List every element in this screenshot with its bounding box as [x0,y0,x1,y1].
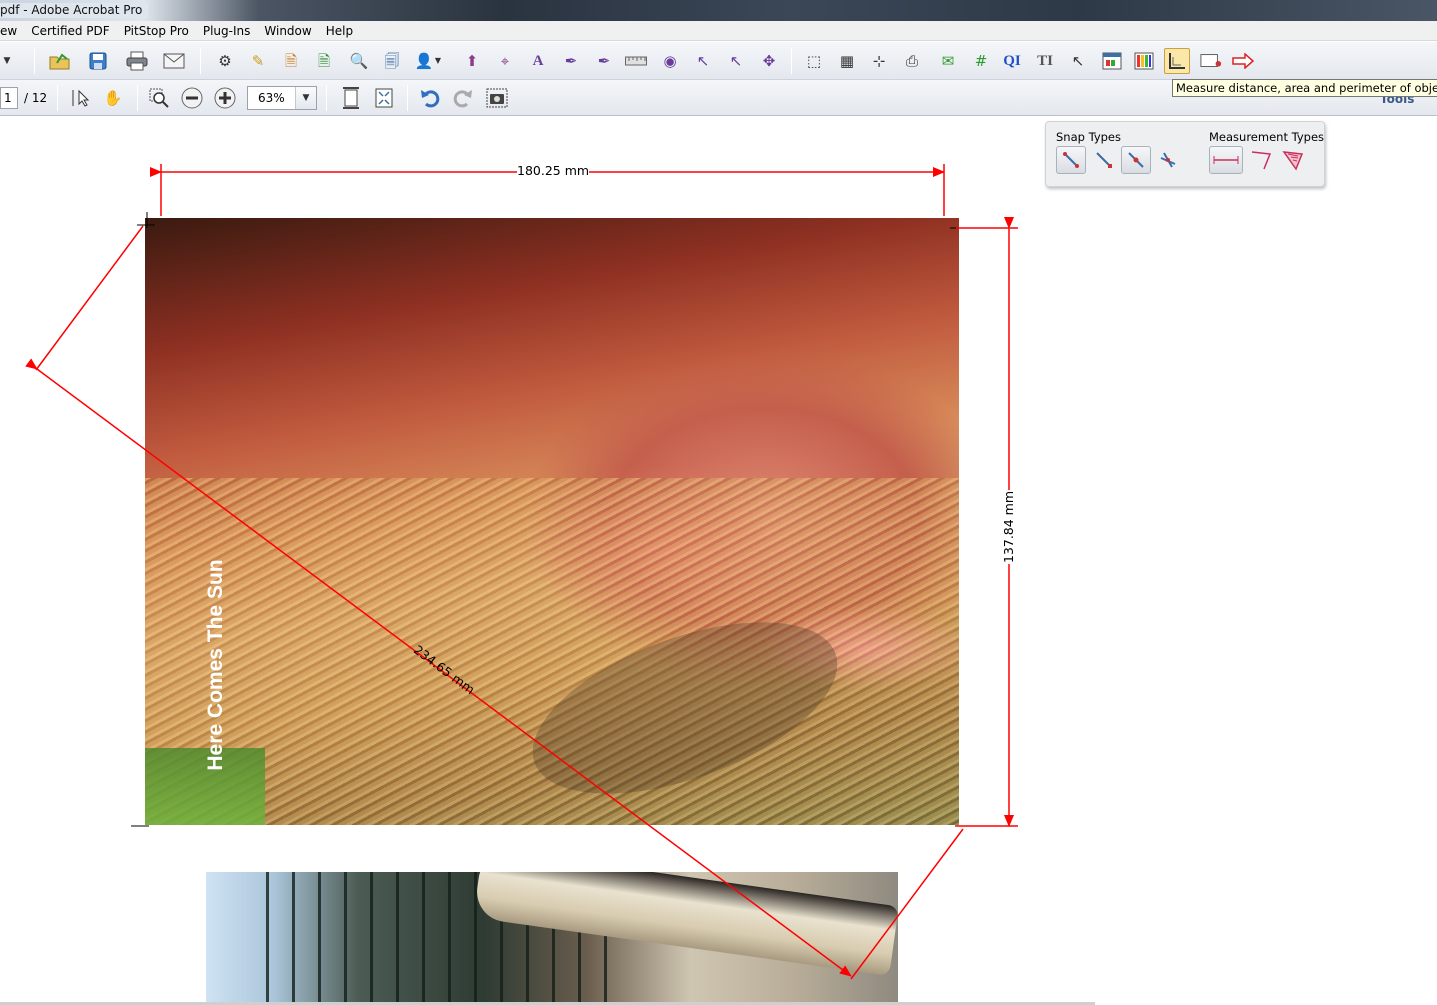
edit-note-icon[interactable]: ✎ [247,50,269,72]
height-measure-label: 137.84 mm [1001,489,1016,565]
menu-certified-pdf[interactable]: Certified PDF [24,21,117,41]
print-icon[interactable] [126,50,148,72]
width-measure-label: 180.25 mm [517,163,590,178]
snap-to-midpoints-icon[interactable] [1121,146,1151,174]
acrobat-window: pdf - Adobe Acrobat Pro ew Certified PDF… [0,0,1437,1005]
toolbar-separator [407,85,408,111]
grid-icon[interactable]: # [970,50,992,72]
hand-tool-icon[interactable]: ✋ [102,87,124,109]
select-text-icon[interactable]: ↖ [725,50,747,72]
toolbar-separator [57,85,58,111]
chevron-down-icon[interactable]: ▼ [432,50,444,72]
toolbar-separator [791,48,792,74]
menu-pitstop-pro[interactable]: PitStop Pro [117,21,196,41]
pen-star-icon[interactable]: ✒ [593,50,615,72]
zoom-in-icon[interactable] [214,87,236,109]
area-tool-icon[interactable] [1278,146,1308,174]
email-icon[interactable] [163,50,185,72]
snap-types-label: Snap Types [1056,130,1121,144]
rotate-right-icon[interactable] [452,87,474,109]
toolbar-separator [326,85,327,111]
arrow-right-icon[interactable] [1232,50,1254,72]
pointer-icon[interactable]: ↖ [692,50,714,72]
document-action-icon[interactable]: 🗎 [280,50,302,72]
window-title: pdf - Adobe Acrobat Pro [0,3,149,18]
object-select-icon[interactable]: ⌖ [494,50,516,72]
page-photo-portrait [145,218,959,825]
document-compare-icon[interactable]: 🗐 [381,50,403,72]
zoom-out-icon[interactable] [181,87,203,109]
marquee-zoom-icon[interactable] [148,87,170,109]
fit-page-icon[interactable] [340,87,362,109]
menu-bar: ew Certified PDF PitStop Pro Plug-Ins Wi… [0,21,1437,41]
color-window-icon[interactable] [1101,50,1123,72]
page-total: / 12 [24,91,48,105]
measure-tooltip: Measure distance, area and perimeter of … [1172,79,1437,97]
select-cursor-icon[interactable] [69,87,91,109]
pen-tool-icon[interactable]: ✒ [560,50,582,72]
crop-marks-icon[interactable]: ⊹ [868,50,890,72]
open-folder-icon[interactable] [49,50,71,72]
globe-icon[interactable]: ◉ [659,50,681,72]
snap-to-intersections-icon[interactable] [1153,146,1183,174]
gear-icon[interactable]: ⚙ [214,50,236,72]
toolbar-main: ▼ ⚙ ✎ 🗎 🗎 🔍 🗐 👤 ▼ ⬆ ⌖ A ✒ ✒ ◉ ↖ ↖ ✥ ⬚ ▦ … [0,42,1437,80]
photo-caption: Here Comes The Sun [204,559,227,771]
menu-view[interactable]: ew [0,21,24,41]
full-screen-icon[interactable] [373,87,395,109]
measurement-types-label: Measurement Types [1209,130,1325,144]
measure-tool-icon[interactable] [1164,48,1190,74]
text-tool-icon[interactable]: TI [1034,50,1056,72]
toolbar-separator [34,48,35,74]
snapshot-icon[interactable] [486,87,508,109]
printer-settings-icon[interactable]: ⎙ [901,50,923,72]
measuring-tool-panel: Snap Types Measurement Types [1045,121,1325,187]
inspect-pointer-icon[interactable]: ↖ [1067,50,1089,72]
chevron-down-icon[interactable]: ▼ [0,50,14,72]
menu-help[interactable]: Help [319,21,360,41]
menu-window[interactable]: Window [257,21,318,41]
quick-inspect-icon[interactable]: QI [1001,50,1023,72]
distance-tool-icon[interactable] [1209,146,1243,174]
envelope-icon[interactable]: ✉ [937,50,959,72]
snap-to-endpoints-icon[interactable] [1089,146,1119,174]
move-icon[interactable]: ✥ [758,50,780,72]
rotate-left-icon[interactable] [419,87,441,109]
page-box-icon[interactable] [1200,50,1222,72]
page-number-input[interactable]: 1 [0,87,18,109]
perimeter-tool-icon[interactable] [1246,146,1276,174]
menu-plug-ins[interactable]: Plug-Ins [196,21,258,41]
color-bars-icon[interactable] [1133,50,1155,72]
page-photo-second [206,872,898,1005]
checkerboard-icon[interactable]: ▦ [836,50,858,72]
title-bar: pdf - Adobe Acrobat Pro [0,0,1437,21]
text-edit-icon[interactable]: A [527,50,549,72]
toolbar-separator [200,48,201,74]
ruler-icon[interactable] [625,50,647,72]
zoom-dropdown-chevron-icon[interactable]: ▼ [295,87,316,109]
toolbar-separator [137,85,138,111]
preview-icon[interactable]: 🔍 [348,50,370,72]
page-setup-icon[interactable]: ⬚ [803,50,825,72]
pin-icon[interactable]: ⬆ [461,50,483,72]
snap-to-paths-icon[interactable] [1056,146,1086,174]
save-icon[interactable] [87,50,109,72]
document-check-icon[interactable]: 🗎 [313,50,335,72]
